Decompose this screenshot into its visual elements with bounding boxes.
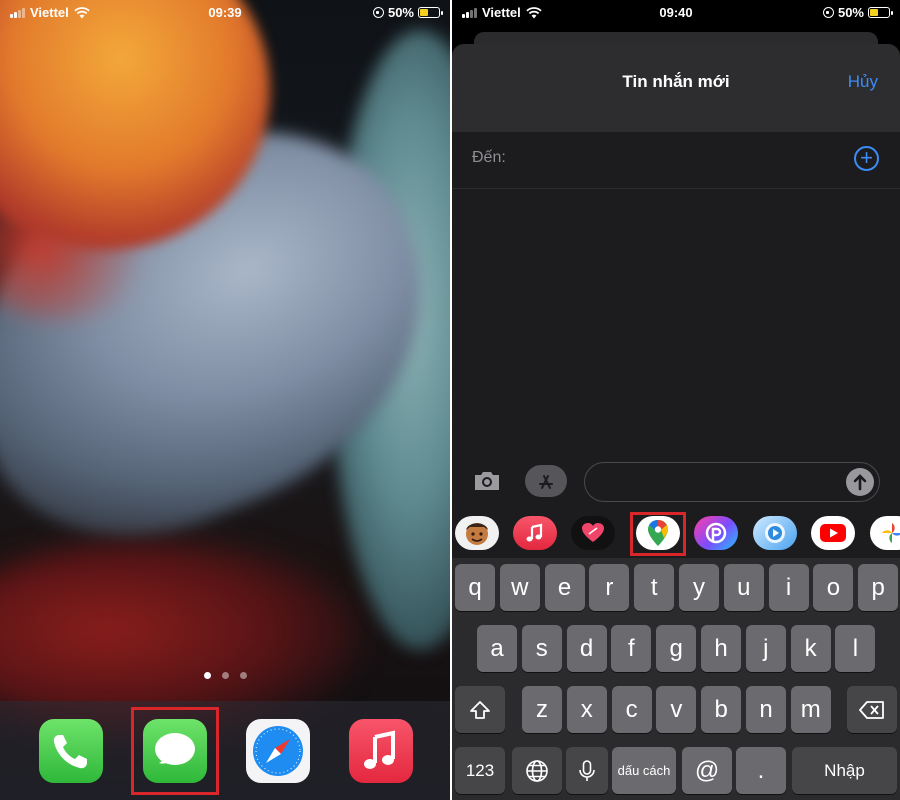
to-label: Đến: (472, 149, 506, 166)
microphone-key[interactable] (566, 747, 608, 794)
shift-icon (470, 700, 490, 719)
memoji-icon[interactable] (455, 516, 499, 550)
page-title: Tin nhắn mới (622, 72, 730, 91)
google-maps-highlight-box (630, 512, 686, 556)
music-icon[interactable] (513, 516, 557, 550)
imessage-app-strip (452, 508, 900, 558)
app-store-icon[interactable] (525, 465, 567, 497)
key-w[interactable]: w (499, 564, 540, 611)
key-q[interactable]: q (455, 564, 495, 611)
key-h[interactable]: h (701, 625, 741, 672)
key-g[interactable]: g (656, 625, 697, 672)
page-dot[interactable] (239, 672, 247, 679)
digital-touch-icon[interactable] (571, 516, 615, 550)
battery-icon (868, 7, 893, 18)
microphone-icon (579, 759, 595, 781)
google-photos-icon[interactable] (870, 516, 900, 550)
globe-key[interactable] (512, 747, 562, 794)
at-key[interactable]: @ (682, 747, 732, 794)
page-dot[interactable] (221, 672, 229, 679)
key-i[interactable]: i (768, 564, 809, 611)
sheet-header: Tin nhắn mới Hủy (452, 44, 900, 132)
compose-area: Đến: + (452, 132, 900, 508)
key-m[interactable]: m (790, 686, 831, 733)
space-key[interactable]: dấu cách (612, 747, 676, 794)
key-f[interactable]: f (611, 625, 652, 672)
dock (0, 701, 450, 800)
safari-app-icon[interactable] (246, 719, 310, 783)
recipient-row[interactable]: Đến: + (452, 132, 900, 189)
messages-highlight-box (131, 707, 219, 795)
key-a[interactable]: a (477, 625, 517, 672)
home-screen: Viettel 09:39 50% (0, 0, 450, 800)
key-n[interactable]: n (746, 686, 786, 733)
key-z[interactable]: z (522, 686, 562, 733)
key-l[interactable]: l (835, 625, 876, 672)
new-message-screen: Viettel 09:40 50% Tin nhắn mới Hủy Đến: … (452, 0, 900, 800)
key-v[interactable]: v (656, 686, 697, 733)
cancel-button[interactable]: Hủy (848, 72, 878, 92)
picsart-icon[interactable] (694, 516, 738, 550)
status-bar: Viettel 09:39 50% (0, 0, 450, 24)
key-u[interactable]: u (723, 564, 764, 611)
rotation-lock-icon (372, 7, 384, 18)
backspace-icon (859, 700, 884, 719)
key-e[interactable]: e (544, 564, 585, 611)
camera-icon[interactable] (470, 465, 504, 497)
period-key[interactable]: . (736, 747, 786, 794)
send-arrow-icon[interactable] (846, 468, 874, 496)
status-bar: Viettel 09:40 50% (452, 0, 900, 24)
delete-key[interactable] (847, 686, 897, 733)
page-dot[interactable] (203, 672, 211, 679)
key-t[interactable]: t (634, 564, 675, 611)
numbers-key[interactable]: 123 (455, 747, 505, 794)
key-j[interactable]: j (745, 625, 786, 672)
key-x[interactable]: x (566, 686, 607, 733)
key-s[interactable]: s (521, 625, 562, 672)
key-d[interactable]: d (566, 625, 607, 672)
page-indicator[interactable] (0, 672, 450, 679)
battery-percent: 50% (837, 5, 864, 20)
key-r[interactable]: r (589, 564, 630, 611)
keyboard: 123 dấu cách @ . Nhập qwertyuiop asdfghjk… (452, 558, 900, 800)
rotation-lock-icon (822, 7, 834, 18)
app-icon[interactable] (753, 516, 797, 550)
music-app-icon[interactable] (349, 719, 413, 783)
key-b[interactable]: b (701, 686, 742, 733)
youtube-icon[interactable] (811, 516, 855, 550)
phone-app-icon[interactable] (39, 719, 103, 783)
key-k[interactable]: k (790, 625, 831, 672)
battery-icon (418, 7, 443, 18)
key-c[interactable]: c (611, 686, 652, 733)
key-y[interactable]: y (679, 564, 719, 611)
shift-key[interactable] (455, 686, 505, 733)
key-o[interactable]: o (813, 564, 854, 611)
globe-icon (526, 759, 548, 782)
message-input[interactable] (584, 462, 880, 502)
key-p[interactable]: p (858, 564, 899, 611)
wallpaper (0, 0, 450, 800)
battery-percent: 50% (387, 5, 414, 20)
add-contact-icon[interactable]: + (854, 146, 879, 171)
return-key[interactable]: Nhập (792, 747, 897, 794)
